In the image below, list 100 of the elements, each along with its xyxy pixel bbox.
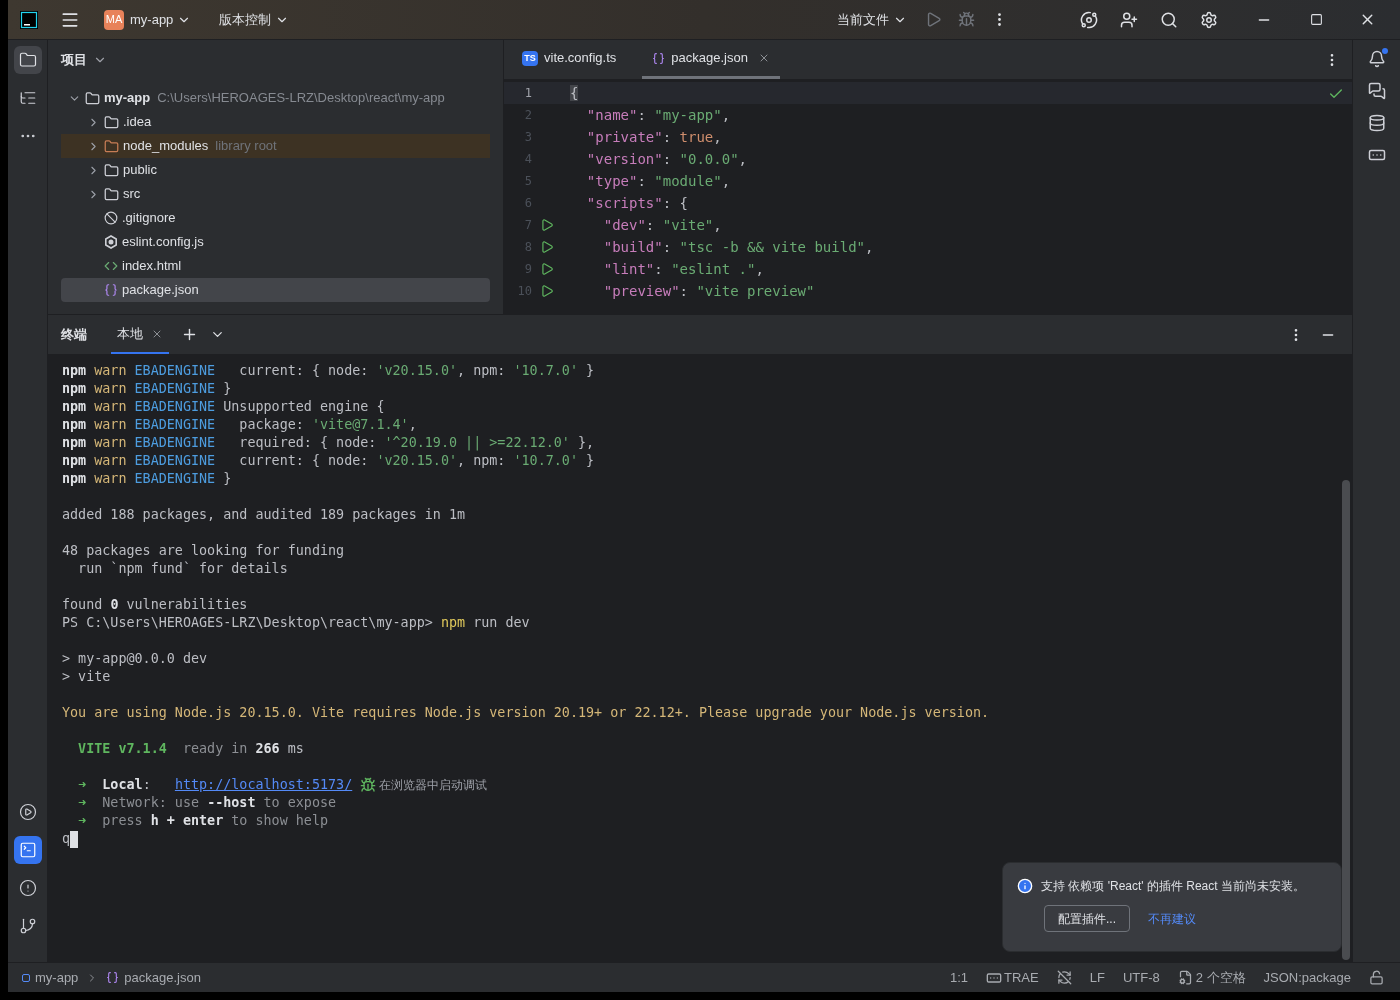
run-icon[interactable] [540,218,554,232]
terminal-text: run dev [472,614,530,632]
breadcrumb[interactable]: package.json [124,967,201,988]
file-name: .idea [123,113,152,132]
run-icon[interactable] [925,11,942,28]
file-settings-icon[interactable] [1177,970,1193,985]
breadcrumb[interactable]: my-app [35,967,79,988]
status-item[interactable]: TRAE [1004,967,1039,988]
terminal-text: npm [62,398,87,416]
terminal-text: You are using Node.js 20.15.0. Vite requires Node.js version 20.19+ or 22.12+. Please upgrade your Node.js version. [62,704,990,722]
terminal-text: warn [93,380,127,398]
terminal-text: Network [101,794,159,812]
configure-plugins-button[interactable]: 配置插件... [1044,905,1130,932]
tree-item[interactable]: my-app C:\Users\HEROAGES-LRZ\Desktop\react\my-app [61,86,490,110]
terminal-text: : use [158,794,201,812]
terminal-text: '10.7.0' [513,452,578,470]
terminal-text: 0 [110,596,119,614]
terminal-tab[interactable]: 本地 [111,315,169,354]
tree-item[interactable]: node_modules library root [61,134,490,158]
code-text: "type": "module", [585,171,731,191]
chat-icon[interactable] [1367,82,1386,100]
terminal-text: 48 packages are looking for funding [62,542,345,560]
status-item[interactable]: 1:1 [949,967,969,988]
unlock-icon[interactable] [1369,970,1384,985]
terminal-text: } [585,452,595,470]
terminal-text: EBADENGINE [133,362,216,380]
search-icon[interactable] [1160,10,1178,29]
terminal-text: > vite [62,668,111,686]
terminal-text: } [222,380,232,398]
status-item[interactable]: UTF-8 [1122,967,1160,988]
panel-title[interactable]: 项目 [48,40,503,80]
terminal-text: PS C:\Users\HEROAGES-LRZ\Desktop\react\my-app> [62,614,434,632]
terminal-text: > my-app@0.0.0 dev [62,650,208,668]
file-name: package.json [122,281,199,300]
terminal-text: npm [62,452,87,470]
run-icon[interactable] [540,240,554,254]
terminal-link[interactable]: http://localhost:5173/ [174,776,353,794]
add-user-icon[interactable] [1120,10,1138,29]
terminal-text: current: { node: [238,452,370,470]
terminal-text: Unsupported engine { [222,398,385,416]
file-name: my-app [104,89,151,108]
terminal-text: h + enter [150,812,224,830]
terminal-icon[interactable] [13,836,42,864]
terminal-text: ➜ [77,812,87,830]
run-icon[interactable] [540,284,554,298]
terminal-text: , [408,416,417,434]
terminal-text: ready in [181,740,249,758]
tree-item[interactable]: package.json [61,278,490,302]
info-icon [1017,878,1033,894]
database-icon[interactable] [1367,114,1386,132]
bug-icon[interactable] [360,777,377,793]
code-text: { [570,83,579,103]
project-selector[interactable]: my-app [130,9,192,30]
terminal-text: 'v20.15.0' [376,362,458,380]
terminal-text: npm [62,434,87,452]
status-item[interactable]: LF [1089,967,1105,988]
tree-item[interactable]: public [61,158,490,182]
notification-message: 支持 依赖项 'React' 的插件 React 当前尚未安装。 [1041,878,1305,895]
braces-icon [106,971,120,984]
terminal-text: warn [93,470,127,488]
terminal-text: warn [93,362,127,380]
code-text: "dev": "vite", [602,215,722,235]
tree-item[interactable]: .gitignore [61,206,490,230]
run-config-selector[interactable]: 当前文件 [837,9,907,30]
tree-item[interactable]: eslint.config.js [61,230,490,254]
tree-item[interactable]: src [61,182,490,206]
folder-icon [104,114,119,130]
terminal-text: }, [577,434,595,452]
bell-icon[interactable] [1367,50,1386,68]
terminal-text: 'v20.15.0' [376,452,458,470]
editor-tab[interactable]: package.json [642,40,780,79]
code-icon [104,259,118,273]
sync-off-icon[interactable] [1056,970,1072,985]
terminal-text: } [222,470,232,488]
status-item[interactable]: JSON:package [1263,967,1351,988]
tree-item[interactable]: .idea [61,110,490,134]
tree-item[interactable]: index.html [61,254,490,278]
settings-icon[interactable] [1200,10,1218,29]
line-number: 1 [523,85,532,102]
maximize-icon[interactable] [1310,13,1323,26]
status-item[interactable]: 2 个空格 [1195,967,1246,988]
editor-tab[interactable]: TS vite.config.ts [512,40,627,79]
folder-icon [85,90,100,106]
debug-link[interactable]: 在浏览器中启动调试 [379,776,488,794]
vcs-selector[interactable]: 版本控制 [219,9,290,30]
terminal-text: EBADENGINE [133,470,216,488]
terminal-text: Local [101,776,143,794]
terminal-text: warn [93,434,127,452]
swirl-icon[interactable] [1080,10,1098,29]
debug-icon[interactable] [958,11,975,28]
terminal-text: added 188 packages, and audited 189 packages in 1m [62,506,466,524]
run-icon[interactable] [540,262,554,276]
terminal-text: npm [62,416,87,434]
folder-icon[interactable] [13,46,42,74]
add-icon[interactable] [181,326,198,343]
code-text: "scripts": { [585,193,688,213]
terminal-text: EBADENGINE [133,398,216,416]
terminal-text: '10.7.0' [513,362,578,380]
code-text: "name": "my-app", [585,105,731,125]
dont-suggest-link[interactable]: 不再建议 [1148,909,1196,928]
